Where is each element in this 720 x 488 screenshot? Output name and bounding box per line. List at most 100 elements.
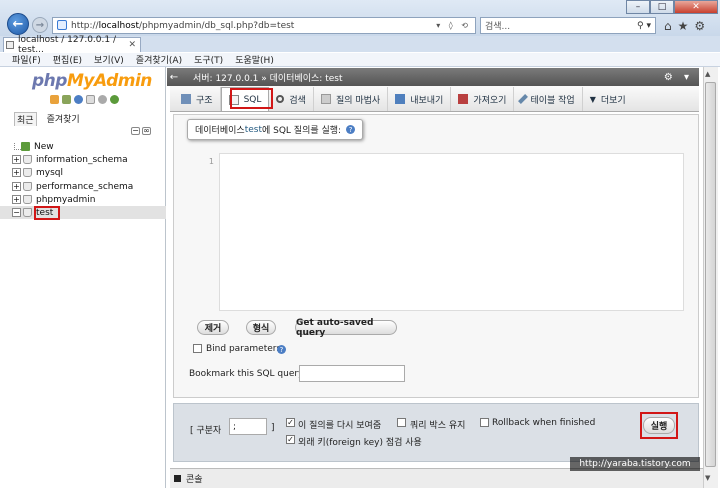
reload-icon[interactable] <box>110 95 119 104</box>
chevron-down-icon: ▼ <box>589 94 596 104</box>
tab-more[interactable]: ▼ 더보기 <box>583 87 633 111</box>
help-icon[interactable]: ? <box>277 345 286 354</box>
foreign-key-check-checkbox[interactable]: ✓ <box>286 435 295 444</box>
search-icon <box>276 95 285 103</box>
menu-help[interactable]: 도움말(H) <box>235 53 274 66</box>
settings-gear-icon[interactable]: ⚙ <box>694 19 705 33</box>
format-button[interactable]: 형식 <box>246 320 276 335</box>
menu-favorites[interactable]: 즐겨찾기(A) <box>136 53 182 66</box>
home-icon[interactable] <box>50 95 59 104</box>
delimiter-label: [ 구분자 <box>190 426 222 436</box>
docs-icon[interactable] <box>86 95 95 104</box>
wrench-icon <box>518 94 529 104</box>
tree-controls: − ∞ <box>131 127 151 135</box>
highlight-box <box>230 88 273 109</box>
nav-tab-favorites[interactable]: 즐겨찾기 <box>45 112 82 126</box>
tab-export[interactable]: 내보내기 <box>388 87 452 111</box>
help-icon[interactable]: ? <box>346 125 356 134</box>
scroll-down-icon[interactable]: ▼ <box>705 474 710 482</box>
tab-search[interactable]: 검색 <box>269 87 314 111</box>
bind-parameters-label: Bind parameters <box>206 344 282 354</box>
tab-structure[interactable]: 구조 <box>174 87 221 111</box>
retain-query-box-label: 쿼리 박스 유지 <box>410 421 466 431</box>
tab-label: 구조 <box>196 95 213 106</box>
link-icon[interactable]: ∞ <box>142 127 151 135</box>
tree-label: New <box>34 141 54 152</box>
home-icon[interactable]: ⌂ <box>664 19 672 33</box>
scroll-up-icon[interactable]: ▲ <box>705 70 710 78</box>
watermark: http://yaraba.tistory.com <box>570 457 700 471</box>
tree-label: phpmyadmin <box>36 194 96 205</box>
tab-label: 더보기 <box>600 95 626 106</box>
legend-db-link[interactable]: test <box>245 125 262 135</box>
nav-icons <box>50 95 119 104</box>
menu-tools[interactable]: 도구(T) <box>194 53 223 66</box>
retain-query-box-checkbox[interactable] <box>397 418 406 427</box>
page-icon <box>57 20 67 30</box>
search-placeholder: 검색... <box>485 22 511 32</box>
sql-editor[interactable] <box>188 153 684 311</box>
expand-icon[interactable]: + <box>12 155 21 164</box>
tree-item-performance-schema[interactable]: + performance_schema <box>0 180 166 193</box>
legend-suffix: 에 SQL 질의를 실행: <box>261 126 342 136</box>
legend-prefix: 데이터베이스 <box>195 126 245 136</box>
minimize-button[interactable]: – <box>626 0 650 14</box>
menu-bar: 파일(F) 편집(E) 보기(V) 즐겨찾기(A) 도구(T) 도움말(H) <box>0 53 720 67</box>
bookmark-input[interactable] <box>299 365 405 382</box>
logout-icon[interactable] <box>62 95 71 104</box>
tab-label: 검색 <box>289 95 306 106</box>
tab-favicon-icon <box>6 41 14 49</box>
expand-icon[interactable]: + <box>12 168 21 177</box>
tree-line <box>14 143 21 150</box>
database-icon <box>23 182 32 191</box>
address-url: http://localhost/phpmyadmin/db_sql.php?d… <box>71 20 295 31</box>
tree-item-mysql[interactable]: + mysql <box>0 166 166 179</box>
rollback-label: Rollback when finished <box>492 418 596 428</box>
browser-tab[interactable]: localhost / 127.0.0.1 / test... ✕ <box>3 35 141 55</box>
tree-item-information-schema[interactable]: + information_schema <box>0 153 166 166</box>
search-box[interactable]: 검색... ⚲ ▾ <box>480 17 656 34</box>
help-icon[interactable] <box>74 95 83 104</box>
back-arrow-icon[interactable]: ← <box>167 72 181 83</box>
address-tools-icon[interactable]: ▾ ◊ ⟲ <box>436 21 475 30</box>
expand-icon[interactable]: + <box>12 182 21 191</box>
tab-query-wizard[interactable]: 질의 마법사 <box>314 87 389 111</box>
phpmyadmin-logo[interactable]: phpMyAdmin <box>32 71 152 91</box>
maximize-button[interactable]: □ <box>650 0 674 14</box>
delimiter-closing: ] <box>271 423 275 433</box>
bind-parameters-checkbox[interactable] <box>193 344 202 353</box>
scrollbar-thumb[interactable] <box>705 82 716 467</box>
tab-label: 질의 마법사 <box>335 95 381 106</box>
tab-operations[interactable]: 테이블 작업 <box>514 87 583 111</box>
console-label: 콘솔 <box>186 475 203 485</box>
settings-gear-icon[interactable]: ⚙ ▾ <box>664 72 699 83</box>
close-window-button[interactable]: ✕ <box>674 0 718 14</box>
forward-button[interactable]: → <box>32 17 48 33</box>
tab-close-icon[interactable]: ✕ <box>128 40 136 50</box>
line-number: 1 <box>208 157 214 166</box>
console-bar[interactable]: 콘솔 <box>170 468 703 488</box>
delimiter-input[interactable]: ; <box>229 418 267 435</box>
favorites-star-icon[interactable]: ★ <box>678 19 689 33</box>
get-autosaved-query-button[interactable]: Get auto-saved query <box>295 318 397 338</box>
show-query-checkbox[interactable]: ✓ <box>286 418 295 427</box>
breadcrumb[interactable]: 서버: 127.0.0.1 » 데이터베이스: test <box>193 71 342 84</box>
menu-view[interactable]: 보기(V) <box>94 53 124 66</box>
back-button[interactable]: ← <box>7 13 29 35</box>
collapse-icon[interactable]: − <box>12 208 21 217</box>
rollback-checkbox[interactable] <box>480 418 489 427</box>
collapse-all-icon[interactable]: − <box>131 127 140 135</box>
tab-import[interactable]: 가져오기 <box>451 87 515 111</box>
menu-edit[interactable]: 편집(E) <box>53 53 82 66</box>
settings-gear-icon[interactable] <box>98 95 107 104</box>
tree-item-new[interactable]: New <box>0 140 166 153</box>
clear-button[interactable]: 제거 <box>197 320 229 335</box>
search-icon[interactable]: ⚲ ▾ <box>637 21 655 31</box>
tree-item-phpmyadmin[interactable]: + phpmyadmin <box>0 193 166 206</box>
menu-file[interactable]: 파일(F) <box>12 53 41 66</box>
expand-icon[interactable]: + <box>12 195 21 204</box>
nav-tab-recent[interactable]: 최근 <box>14 112 37 126</box>
import-icon <box>458 94 469 104</box>
address-bar[interactable]: http://localhost/phpmyadmin/db_sql.php?d… <box>52 17 476 34</box>
tree-item-test[interactable]: − test <box>0 206 166 219</box>
